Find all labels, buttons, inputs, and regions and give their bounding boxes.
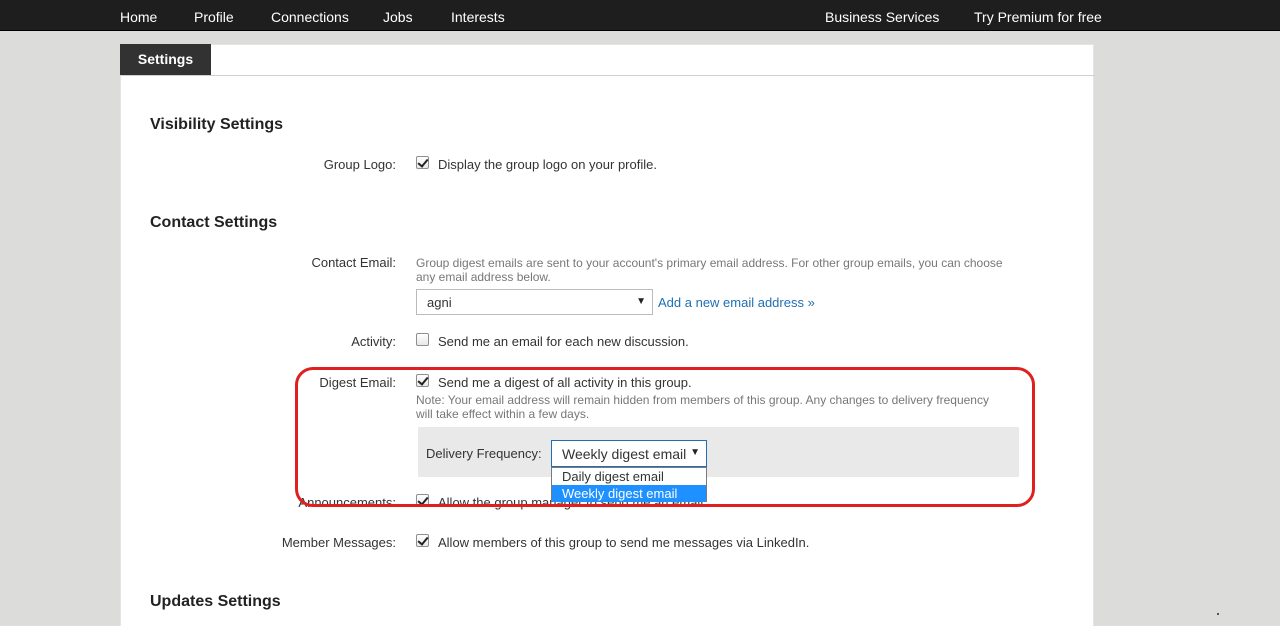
option-weekly-digest[interactable]: Weekly digest email	[552, 485, 706, 502]
nav-business-services[interactable]: Business Services	[825, 9, 939, 25]
contact-email-select[interactable]: agni ▼	[416, 289, 653, 315]
chevron-down-icon: ▼	[690, 447, 700, 458]
member-messages-checkbox[interactable]	[416, 534, 429, 547]
announcements-label: Announcements:	[298, 495, 396, 510]
chevron-down-icon: ▼	[636, 296, 646, 307]
add-email-link[interactable]: Add a new email address »	[658, 295, 815, 310]
announcements-checkbox[interactable]	[416, 494, 429, 507]
activity-label: Activity:	[351, 334, 396, 349]
contact-email-note-line1: Group digest emails are sent to your acc…	[416, 256, 1003, 270]
stray-dot	[1217, 613, 1219, 615]
digest-note: Note: Your email address will remain hid…	[416, 393, 1016, 421]
nav-interests[interactable]: Interests	[451, 9, 505, 25]
activity-text: Send me an email for each new discussion…	[438, 334, 689, 349]
nav-home[interactable]: Home	[120, 9, 157, 25]
nav-connections[interactable]: Connections	[271, 9, 349, 25]
nav-try-premium[interactable]: Try Premium for free	[974, 9, 1102, 25]
activity-checkbox[interactable]	[416, 333, 429, 346]
contact-email-value: agni	[427, 295, 452, 310]
group-logo-checkbox[interactable]	[416, 156, 429, 169]
delivery-frequency-value: Weekly digest email	[562, 446, 687, 462]
tab-settings[interactable]: Settings	[120, 44, 211, 75]
digest-note-line1: Note: Your email address will remain hid…	[416, 393, 989, 407]
nav-jobs[interactable]: Jobs	[383, 9, 413, 25]
tab-bar	[121, 45, 1095, 76]
option-daily-digest[interactable]: Daily digest email	[552, 468, 706, 485]
contact-email-note-line2: any email address below.	[416, 270, 551, 284]
nav-profile[interactable]: Profile	[194, 9, 234, 25]
group-logo-label: Group Logo:	[323, 157, 396, 172]
member-messages-label: Member Messages:	[281, 535, 396, 550]
delivery-frequency-label: Delivery Frequency:	[426, 446, 542, 461]
group-logo-text: Display the group logo on your profile.	[438, 157, 657, 172]
top-nav: Home Profile Connections Jobs Interests …	[0, 0, 1280, 31]
contact-heading: Contact Settings	[150, 214, 278, 231]
updates-heading: Updates Settings	[150, 593, 281, 610]
member-messages-text: Allow members of this group to send me m…	[438, 535, 810, 550]
visibility-heading: Visibility Settings	[150, 116, 284, 133]
digest-email-text: Send me a digest of all activity in this…	[438, 375, 692, 390]
delivery-frequency-select[interactable]: Weekly digest email ▼	[551, 440, 707, 467]
contact-email-note: Group digest emails are sent to your acc…	[416, 256, 1016, 284]
digest-email-label: Digest Email:	[319, 375, 396, 390]
digest-note-line2: will take effect within a few days.	[416, 407, 590, 421]
contact-email-label: Contact Email:	[311, 255, 396, 270]
digest-email-checkbox[interactable]	[416, 374, 429, 387]
delivery-frequency-options: Daily digest email Weekly digest email	[551, 467, 707, 502]
